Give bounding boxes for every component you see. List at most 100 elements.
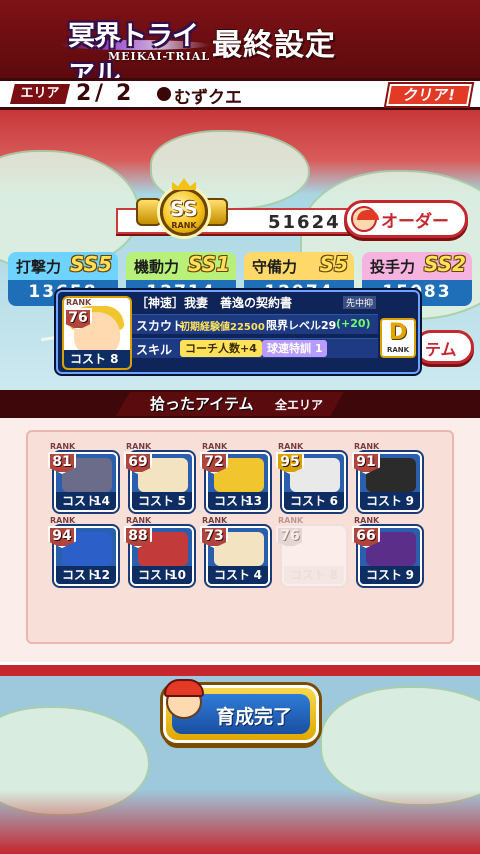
team-score: 51624 [268, 212, 341, 233]
item-position: 先中抑 [343, 296, 377, 309]
meikai-trial-logo: 冥界トライアル MEIKAI-TRIAL [60, 12, 210, 91]
cost-value: 14 [93, 494, 110, 508]
stat-header: 投手力 SS2 [362, 252, 472, 280]
cost-label: コスト [290, 494, 327, 508]
rank-number: 76 [280, 528, 300, 544]
cost-value: 6 [329, 494, 338, 508]
area-current: 2 [76, 81, 92, 106]
map-island [320, 686, 480, 806]
item-slot[interactable]: コスト 5 RANK 69 [124, 442, 198, 514]
rank-medal-icon: SS RANK [160, 188, 208, 236]
item-rank-badge: RANK 72 [200, 442, 230, 476]
rank-label: RANK [50, 442, 76, 451]
item-button[interactable]: テム [414, 330, 474, 364]
cost-value: 10 [169, 568, 186, 582]
item-cost: コスト 4 [208, 566, 268, 584]
team-rank-label: RANK [171, 221, 197, 230]
limit-level: 限界レベル29 [266, 319, 337, 332]
scout-label: スカウト [136, 319, 185, 333]
stat-grade: SS5 [69, 252, 112, 276]
team-rank-grade: SS [170, 197, 198, 221]
section-title: 拾ったアイテム [150, 395, 254, 413]
cost-value: 8 [329, 568, 338, 582]
skill-tag: コーチ人数+4 [180, 340, 262, 357]
rank-number: 95 [280, 454, 300, 470]
cost-label: コスト [290, 568, 327, 582]
clear-badge: クリア! [383, 82, 475, 108]
cost-label: コスト [366, 568, 403, 582]
area-label: エリア [10, 84, 70, 104]
header-bar: 冥界トライアル MEIKAI-TRIAL 最終設定 [0, 0, 480, 91]
item-slot[interactable]: コスト 9 RANK 91 [352, 442, 426, 514]
order-button[interactable]: オーダー [344, 200, 468, 238]
mascot-icon [351, 206, 379, 232]
rank-label: RANK [354, 516, 380, 525]
item-rank-badge: RANK 91 [352, 442, 382, 476]
cost-value: 4 [253, 568, 262, 582]
rank-label: RANK [202, 442, 228, 451]
rank-label: RANK [278, 516, 304, 525]
difficulty-dot-icon [157, 87, 171, 101]
area-total: 2 [116, 81, 132, 106]
stat-name: 打撃力 [16, 258, 62, 276]
item-title: ［神速］我妻 善逸の契約書 [136, 296, 293, 310]
item-slot[interactable]: コスト 13 RANK 72 [200, 442, 274, 514]
area-bar: エリア 2 / 2 むずクエ クリア! [0, 78, 480, 110]
item-cost: コスト 14 [56, 492, 116, 510]
item-cost: コスト 8 [284, 566, 344, 584]
cost-label: コスト [366, 494, 403, 508]
item-slot[interactable]: コスト 8 RANK 76 [276, 516, 350, 588]
area-separator: / [95, 81, 104, 106]
item-slot[interactable]: コスト 12 RANK 94 [48, 516, 122, 588]
item-rank-badge: RANK 95 [276, 442, 306, 476]
stat-grade: S5 [319, 252, 348, 276]
rank-label: RANK [50, 516, 76, 525]
stat-grade: SS2 [423, 252, 466, 276]
skill-row: スキル コーチ人数+4 球速特訓 1 [132, 338, 378, 358]
cost-label: コスト [214, 568, 251, 582]
rank-number: 76 [68, 310, 88, 326]
rank-number: 69 [128, 454, 148, 470]
item-cost: コスト 10 [132, 566, 192, 584]
order-button-label: オーダー [381, 212, 449, 232]
item-slot[interactable]: コスト 14 RANK 81 [48, 442, 122, 514]
rank-number: 88 [128, 528, 148, 544]
complete-button-label: 育成完了 [216, 706, 293, 728]
item-rank-badge: RANK 66 [352, 516, 382, 550]
rank-number: 91 [356, 454, 376, 470]
item-rank-badge: RANK 81 [48, 442, 78, 476]
item-rank-badge: RANK 94 [48, 516, 78, 550]
item-slot[interactable]: コスト 6 RANK 95 [276, 442, 350, 514]
trophy-left-icon [136, 198, 162, 226]
rank-label: RANK [126, 442, 152, 451]
rank-label: RANK [66, 298, 92, 307]
stat-name: 守備力 [252, 258, 298, 276]
item-detail-tooltip: コスト 8 RANK 76 ［神速］我妻 善逸の契約書 先中抑 スカウト 初期経… [56, 290, 420, 374]
item-rank-caption: RANK [386, 346, 410, 354]
difficulty-label: むずクエ [174, 88, 242, 108]
item-cost: コスト 6 [284, 492, 344, 510]
rank-number: 72 [204, 454, 224, 470]
item-cost: コスト 9 [360, 492, 420, 510]
stat-header: 機動力 SS1 [126, 252, 236, 280]
bottom-separator [0, 662, 480, 676]
item-slot[interactable]: コスト 4 RANK 73 [200, 516, 274, 588]
item-cost: コスト 5 [132, 492, 192, 510]
item-rank-d-icon: D RANK [380, 318, 416, 358]
cost-label: コスト [138, 494, 175, 508]
logo-sub-text: MEIKAI-TRIAL [108, 50, 210, 63]
rank-number: 81 [52, 454, 72, 470]
rank-label: RANK [126, 516, 152, 525]
stat-header: 打撃力 SS5 [8, 252, 118, 280]
page-title: 最終設定 [212, 28, 336, 63]
rank-number: 73 [204, 528, 224, 544]
item-rank-badge: RANK 76 [64, 298, 94, 332]
item-slot[interactable]: コスト 9 RANK 66 [352, 516, 426, 588]
scout-value: 初期経験値22500 [180, 322, 265, 333]
item-rank-badge: RANK 69 [124, 442, 154, 476]
item-slot[interactable]: コスト 10 RANK 88 [124, 516, 198, 588]
stat-header: 守備力 S5 [244, 252, 354, 280]
item-rank-letter: D [388, 320, 408, 345]
skill-label: スキル [136, 343, 173, 357]
item-cost: コスト 12 [56, 566, 116, 584]
